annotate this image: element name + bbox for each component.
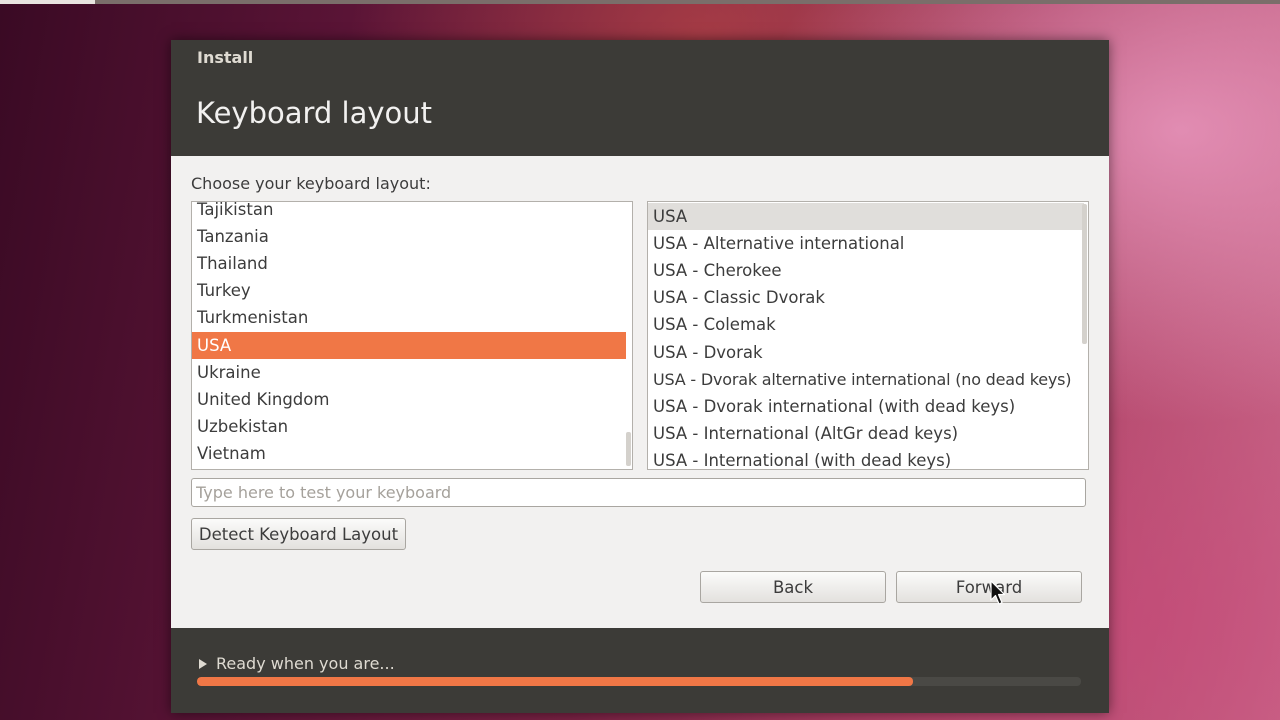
progress-bar-fill bbox=[197, 677, 914, 686]
variant-item-selected[interactable]: USA bbox=[648, 203, 1084, 230]
page-title: Keyboard layout bbox=[196, 96, 433, 130]
country-item-selected[interactable]: USA bbox=[192, 332, 626, 359]
top-panel-strip bbox=[0, 0, 1280, 4]
variant-item[interactable]: USA - Dvorak international (with dead ke… bbox=[648, 393, 1084, 420]
country-list[interactable]: Tajikistan Tanzania Thailand Turkey Turk… bbox=[191, 201, 633, 470]
variant-item[interactable]: USA - International (with dead keys) bbox=[648, 447, 1084, 469]
status-expander[interactable]: Ready when you are... bbox=[199, 654, 395, 673]
variant-item[interactable]: USA - Cherokee bbox=[648, 257, 1084, 284]
country-item[interactable]: Turkey bbox=[192, 277, 626, 304]
country-item[interactable]: Tanzania bbox=[192, 223, 626, 250]
back-button[interactable]: Back bbox=[700, 571, 886, 603]
variant-item[interactable]: USA - Alternative international bbox=[648, 230, 1084, 257]
variant-item[interactable]: USA - Colemak bbox=[648, 311, 1084, 338]
window-title: Install bbox=[197, 48, 254, 67]
variant-list-scrollbar[interactable] bbox=[1082, 204, 1087, 344]
mouse-pointer-icon bbox=[990, 580, 1006, 605]
layout-prompt: Choose your keyboard layout: bbox=[191, 174, 431, 193]
keyboard-test-input[interactable] bbox=[191, 478, 1086, 507]
country-list-scrollbar[interactable] bbox=[626, 432, 631, 466]
installer-window: Install Keyboard layout Choose your keyb… bbox=[171, 40, 1109, 713]
variant-item[interactable]: USA - Dvorak bbox=[648, 339, 1084, 366]
triangle-right-icon[interactable] bbox=[199, 658, 207, 669]
content-area: Choose your keyboard layout: Tajikistan … bbox=[171, 156, 1109, 628]
status-footer: Ready when you are... bbox=[171, 628, 1109, 713]
status-text: Ready when you are... bbox=[216, 654, 395, 673]
progress-bar bbox=[197, 677, 1081, 686]
top-panel-highlight bbox=[0, 0, 95, 4]
country-item[interactable]: Tajikistan bbox=[192, 202, 626, 223]
country-item[interactable]: Thailand bbox=[192, 250, 626, 277]
country-item[interactable]: Ukraine bbox=[192, 359, 626, 386]
country-item[interactable]: Vietnam bbox=[192, 440, 626, 467]
country-item[interactable]: United Kingdom bbox=[192, 386, 626, 413]
detect-keyboard-layout-button[interactable]: Detect Keyboard Layout bbox=[191, 518, 406, 550]
country-item[interactable]: Uzbekistan bbox=[192, 413, 626, 440]
variant-item[interactable]: USA - Classic Dvorak bbox=[648, 284, 1084, 311]
variant-item[interactable]: USA - International (AltGr dead keys) bbox=[648, 420, 1084, 447]
variant-item[interactable]: USA - Dvorak alternative international (… bbox=[648, 366, 1084, 393]
country-item[interactable]: Turkmenistan bbox=[192, 304, 626, 331]
variant-list[interactable]: USA USA - Alternative international USA … bbox=[647, 201, 1089, 470]
forward-button[interactable]: Forward bbox=[896, 571, 1082, 603]
window-header: Install Keyboard layout bbox=[171, 40, 1109, 156]
